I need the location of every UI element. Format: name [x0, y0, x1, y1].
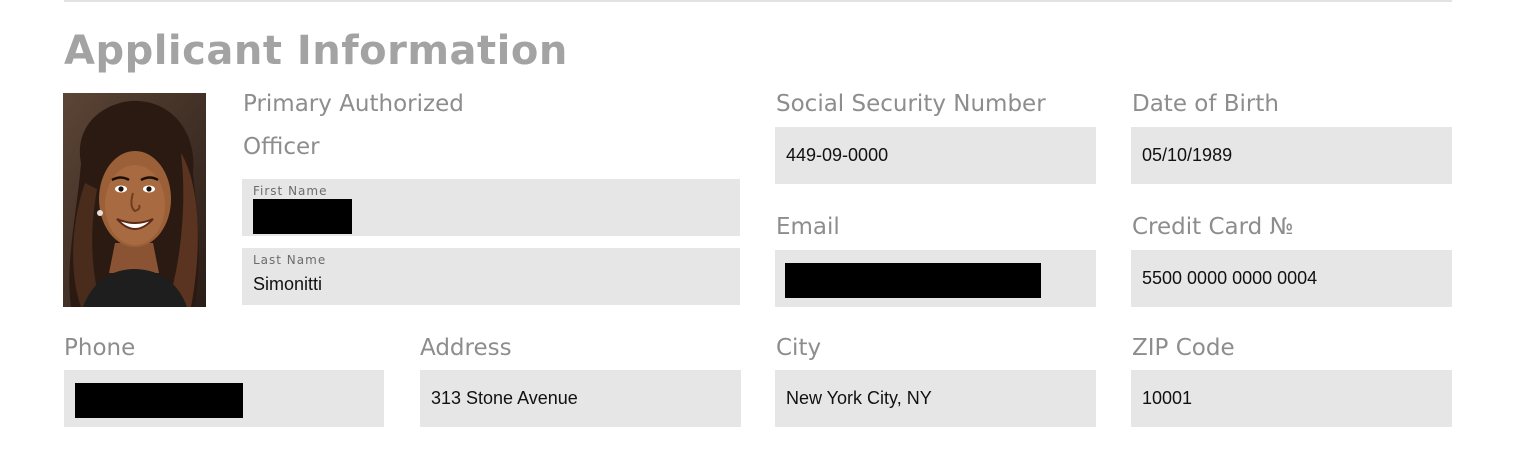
email-label: Email	[776, 214, 840, 240]
address-field[interactable]: 313 Stone Avenue	[420, 370, 741, 427]
first-name-field[interactable]: First Name	[242, 179, 740, 236]
zip-value: 10001	[1142, 388, 1193, 408]
first-name-label: First Name	[253, 184, 328, 198]
credit-card-label: Credit Card №	[1132, 214, 1294, 240]
credit-card-value: 5500 0000 0000 0004	[1142, 268, 1318, 288]
officer-heading-line-1: Primary Authorized	[243, 91, 464, 117]
page-title: Applicant Information	[64, 28, 568, 74]
email-field[interactable]	[775, 250, 1096, 307]
redaction-bar	[253, 199, 352, 234]
city-label: City	[776, 335, 822, 361]
ssn-field[interactable]: 449-09-0000	[775, 127, 1096, 184]
officer-heading-line-2: Officer	[243, 134, 320, 160]
redaction-bar	[785, 263, 1041, 298]
last-name-value: Simonitti	[253, 274, 323, 294]
applicant-photo	[63, 93, 206, 307]
city-field[interactable]: New York City, NY	[775, 370, 1096, 427]
address-label: Address	[420, 335, 512, 361]
zip-field[interactable]: 10001	[1131, 370, 1452, 427]
dob-field[interactable]: 05/10/1989	[1131, 127, 1452, 184]
address-value: 313 Stone Avenue	[431, 388, 578, 408]
applicant-information-page: Applicant Information Primary Authorized…	[0, 0, 1515, 449]
phone-label: Phone	[64, 335, 136, 361]
phone-field[interactable]	[64, 370, 384, 427]
credit-card-field[interactable]: 5500 0000 0000 0004	[1131, 250, 1452, 307]
last-name-label: Last Name	[253, 253, 327, 267]
divider	[64, 0, 1452, 2]
redaction-bar	[75, 383, 243, 418]
last-name-field[interactable]: Last Name Simonitti	[242, 248, 740, 305]
city-value: New York City, NY	[786, 388, 932, 408]
ssn-value: 449-09-0000	[786, 145, 889, 165]
dob-label: Date of Birth	[1132, 91, 1279, 117]
dob-value: 05/10/1989	[1142, 145, 1233, 165]
zip-label: ZIP Code	[1132, 335, 1235, 361]
ssn-label: Social Security Number	[776, 91, 1046, 117]
